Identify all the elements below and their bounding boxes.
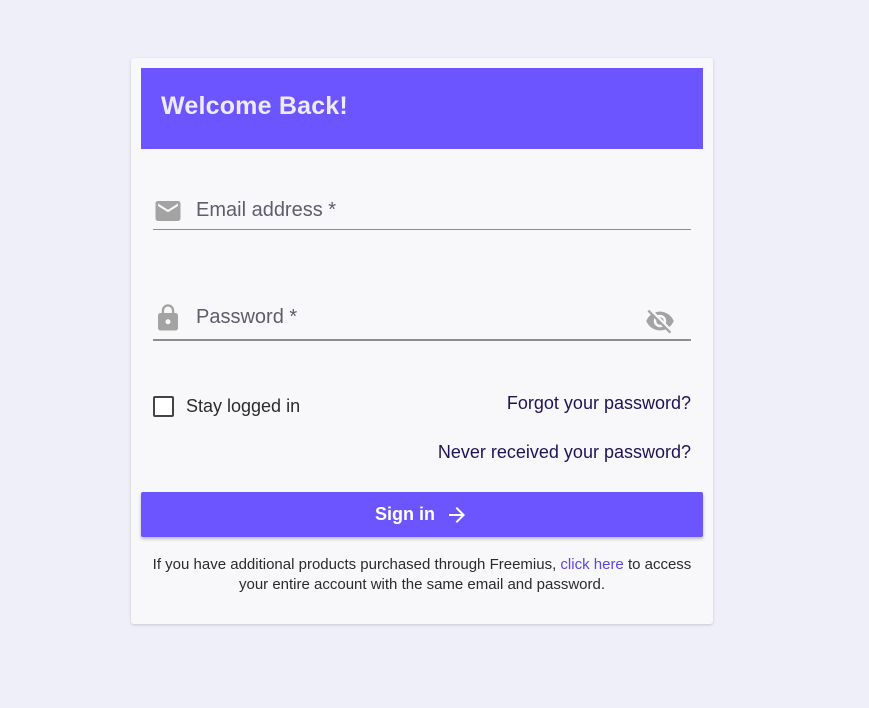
forgot-password-link[interactable]: Forgot your password? xyxy=(507,393,691,414)
login-card: Welcome Back! Stay logged in Forgot your… xyxy=(131,58,713,624)
eye-off-icon[interactable] xyxy=(645,306,675,336)
footer-note: If you have additional products purchase… xyxy=(141,555,703,595)
sign-in-label: Sign in xyxy=(375,504,435,524)
card-header: Welcome Back! xyxy=(141,68,703,149)
password-field xyxy=(153,293,691,341)
email-input[interactable] xyxy=(196,197,651,223)
email-field xyxy=(153,190,691,230)
page-title: Welcome Back! xyxy=(161,92,348,120)
click-here-link[interactable]: click here xyxy=(560,556,623,573)
envelope-icon xyxy=(153,196,183,226)
password-input[interactable] xyxy=(196,303,651,331)
lock-icon xyxy=(153,303,183,333)
sign-in-button[interactable]: Sign in xyxy=(141,492,703,537)
footer-text-before: If you have additional products purchase… xyxy=(152,556,561,573)
stay-logged-in-checkbox[interactable]: Stay logged in xyxy=(153,393,300,419)
arrow-right-icon xyxy=(449,506,465,523)
never-received-password-link[interactable]: Never received your password? xyxy=(438,442,691,463)
stay-logged-in-label: Stay logged in xyxy=(186,395,301,416)
checkbox-box[interactable] xyxy=(153,395,174,417)
